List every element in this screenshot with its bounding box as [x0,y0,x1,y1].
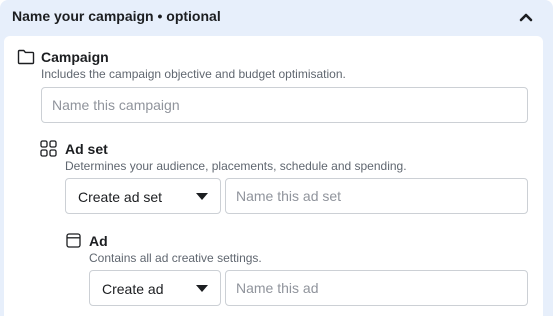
folder-icon [17,49,35,65]
ad-title: Ad [89,233,108,249]
campaign-name-panel: Name your campaign • optional Campaign I… [0,0,553,316]
panel-header[interactable]: Name your campaign • optional [0,0,553,34]
ad-set-dropdown[interactable]: Create ad set [65,178,221,214]
ad-set-description: Determines your audience, placements, sc… [65,159,407,173]
ad-name-input[interactable] [225,270,528,306]
caret-down-icon [196,193,208,200]
campaign-description: Includes the campaign objective and budg… [41,67,346,81]
structure-card: Campaign Includes the campaign objective… [4,36,543,316]
caret-down-icon [196,285,208,292]
collapse-button[interactable] [517,8,535,26]
ad-set-title: Ad set [65,141,108,157]
ad-dropdown[interactable]: Create ad [89,270,221,306]
campaign-title: Campaign [41,49,109,65]
ad-window-icon [66,233,81,248]
chevron-up-icon [519,13,533,22]
ad-set-dropdown-value: Create ad set [78,189,163,205]
ad-set-name-input[interactable] [225,178,528,214]
campaign-name-input[interactable] [41,87,528,123]
grid-icon [40,140,57,157]
ad-dropdown-value: Create ad [102,281,164,297]
ad-description: Contains all ad creative settings. [89,251,262,265]
panel-title: Name your campaign • optional [12,8,221,24]
